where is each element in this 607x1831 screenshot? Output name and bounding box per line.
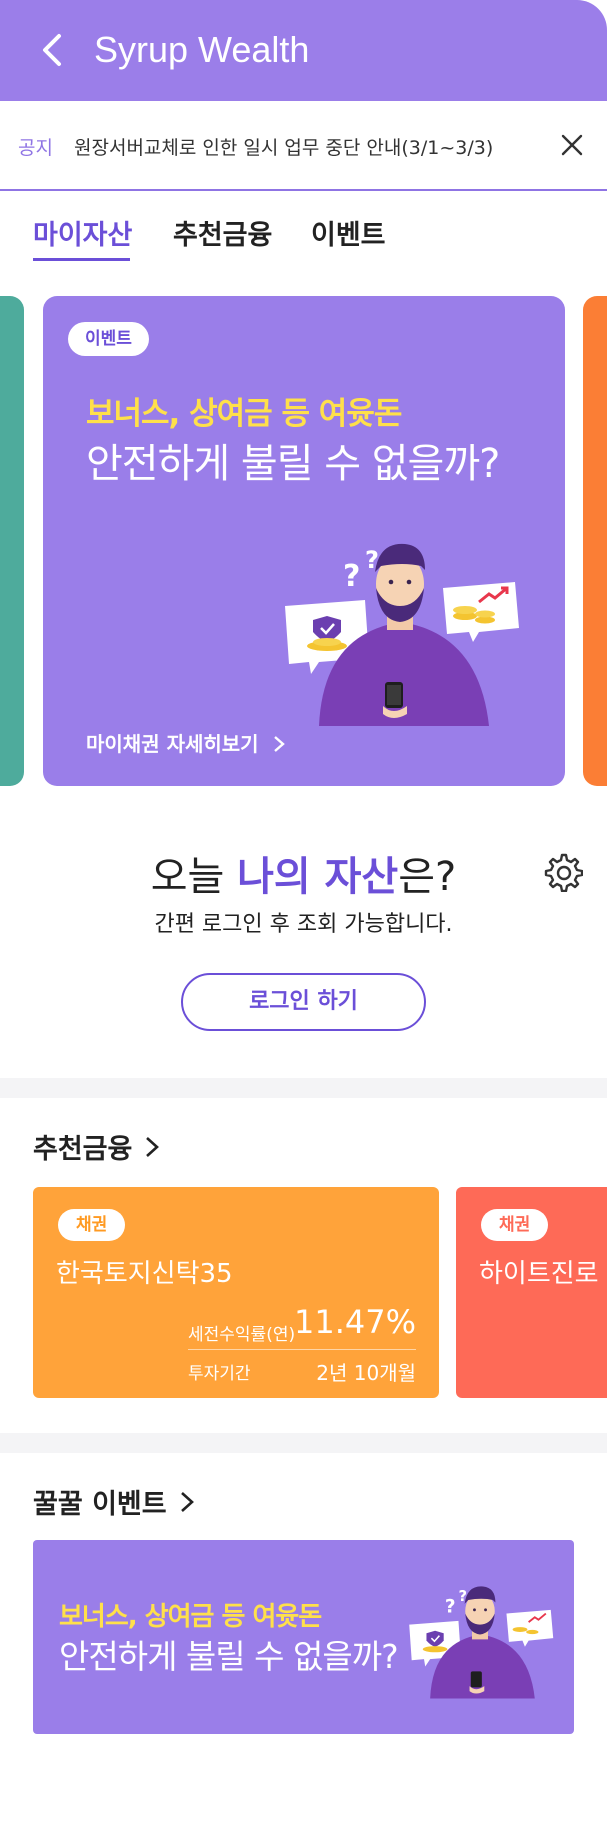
banner-subheadline: 안전하게 불릴 수 없을까? <box>59 1637 399 1676</box>
product-name: 한국토지신탁35 <box>56 1259 233 1289</box>
notice-close-button[interactable] <box>555 128 589 162</box>
app-header: Syrup Wealth <box>0 0 607 101</box>
section-divider <box>0 1433 607 1453</box>
recommend-section-title: 추천금융 <box>33 1134 133 1165</box>
section-divider <box>0 1078 607 1098</box>
asset-subtitle: 간편 로그인 후 조회 가능합니다. <box>154 912 453 937</box>
product-badge: 채권 <box>58 1209 126 1241</box>
asset-title-suffix: 은? <box>398 854 457 900</box>
carousel-next-card[interactable] <box>583 296 607 786</box>
back-button[interactable] <box>28 26 76 74</box>
svg-text:?: ? <box>445 1596 456 1617</box>
product-card[interactable]: 채권 하이트진로 <box>456 1187 607 1398</box>
chevron-left-icon <box>43 34 61 66</box>
svg-text:?: ? <box>343 559 360 594</box>
main-tabs: 마이자산 추천금융 이벤트 <box>0 191 607 276</box>
event-subheadline: 안전하게 불릴 수 없을까? <box>86 441 500 487</box>
my-asset-section: 오늘 나의 자산은? 간편 로그인 후 조회 가능합니다. 로그인 하기 <box>0 786 607 1076</box>
tab-my-assets[interactable]: 마이자산 <box>33 219 132 253</box>
active-tab-indicator <box>33 258 130 261</box>
event-carousel[interactable]: 이벤트 보너스, 상여금 등 여윳돈 안전하게 불릴 수 없을까? ? ? 마이… <box>0 296 607 786</box>
tab-events[interactable]: 이벤트 <box>311 219 386 253</box>
product-name: 하이트진로 <box>479 1259 599 1289</box>
product-divider <box>188 1349 416 1350</box>
events-section-title: 꿀꿀 이벤트 <box>33 1489 167 1520</box>
banner-headline: 보너스, 상여금 등 여윳돈 <box>59 1602 322 1632</box>
carousel-prev-card[interactable] <box>0 296 24 786</box>
event-card[interactable]: 이벤트 보너스, 상여금 등 여윳돈 안전하게 불릴 수 없을까? ? ? 마이… <box>43 296 565 786</box>
tab-recommended[interactable]: 추천금융 <box>173 219 272 253</box>
asset-title: 오늘 나의 자산은? <box>0 844 607 902</box>
man-with-phone-illustration: ? ? <box>285 543 519 726</box>
login-button[interactable]: 로그인 하기 <box>181 973 426 1031</box>
notice-tag: 공지 <box>18 137 53 159</box>
svg-text:?: ? <box>458 1588 467 1605</box>
event-banner[interactable]: 보너스, 상여금 등 여윳돈 안전하게 불릴 수 없을까? ? ? <box>33 1540 574 1734</box>
product-badge: 채권 <box>481 1209 549 1241</box>
events-section-header[interactable]: 꿀꿀 이벤트 <box>33 1482 195 1521</box>
product-term-label: 투자기간 <box>188 1364 251 1384</box>
asset-title-prefix: 오늘 <box>150 854 238 900</box>
man-with-phone-illustration: ? ? <box>409 1586 554 1699</box>
asset-title-strong: 나의 자산 <box>237 854 399 900</box>
chevron-right-icon <box>180 1491 194 1512</box>
event-badge: 이벤트 <box>68 322 149 356</box>
product-rate-label: 세전수익률(연) <box>188 1325 296 1345</box>
recommend-section-header[interactable]: 추천금융 <box>33 1127 160 1166</box>
my-bond-detail-link[interactable]: 마이채권 자세히보기 <box>86 728 286 757</box>
close-icon <box>561 134 583 156</box>
chevron-right-icon <box>146 1136 160 1157</box>
gear-icon[interactable] <box>543 852 583 892</box>
app-title: Syrup Wealth <box>94 29 310 70</box>
notice-bar[interactable]: 공지 원장서버교체로 인한 일시 업무 중단 안내(3/1~3/3) <box>0 101 607 191</box>
event-headline: 보너스, 상여금 등 여윳돈 <box>86 396 402 432</box>
product-rate: 11.47% <box>293 1303 416 1341</box>
chevron-right-icon <box>273 736 285 752</box>
product-term: 2년 10개월 <box>316 1361 416 1385</box>
my-bond-detail-label: 마이채권 자세히보기 <box>86 732 259 756</box>
notice-text[interactable]: 원장서버교체로 인한 일시 업무 중단 안내(3/1~3/3) <box>74 133 493 160</box>
product-card[interactable]: 채권 한국토지신탁35 세전수익률(연) 11.47% 투자기간 2년 10개월 <box>33 1187 439 1398</box>
